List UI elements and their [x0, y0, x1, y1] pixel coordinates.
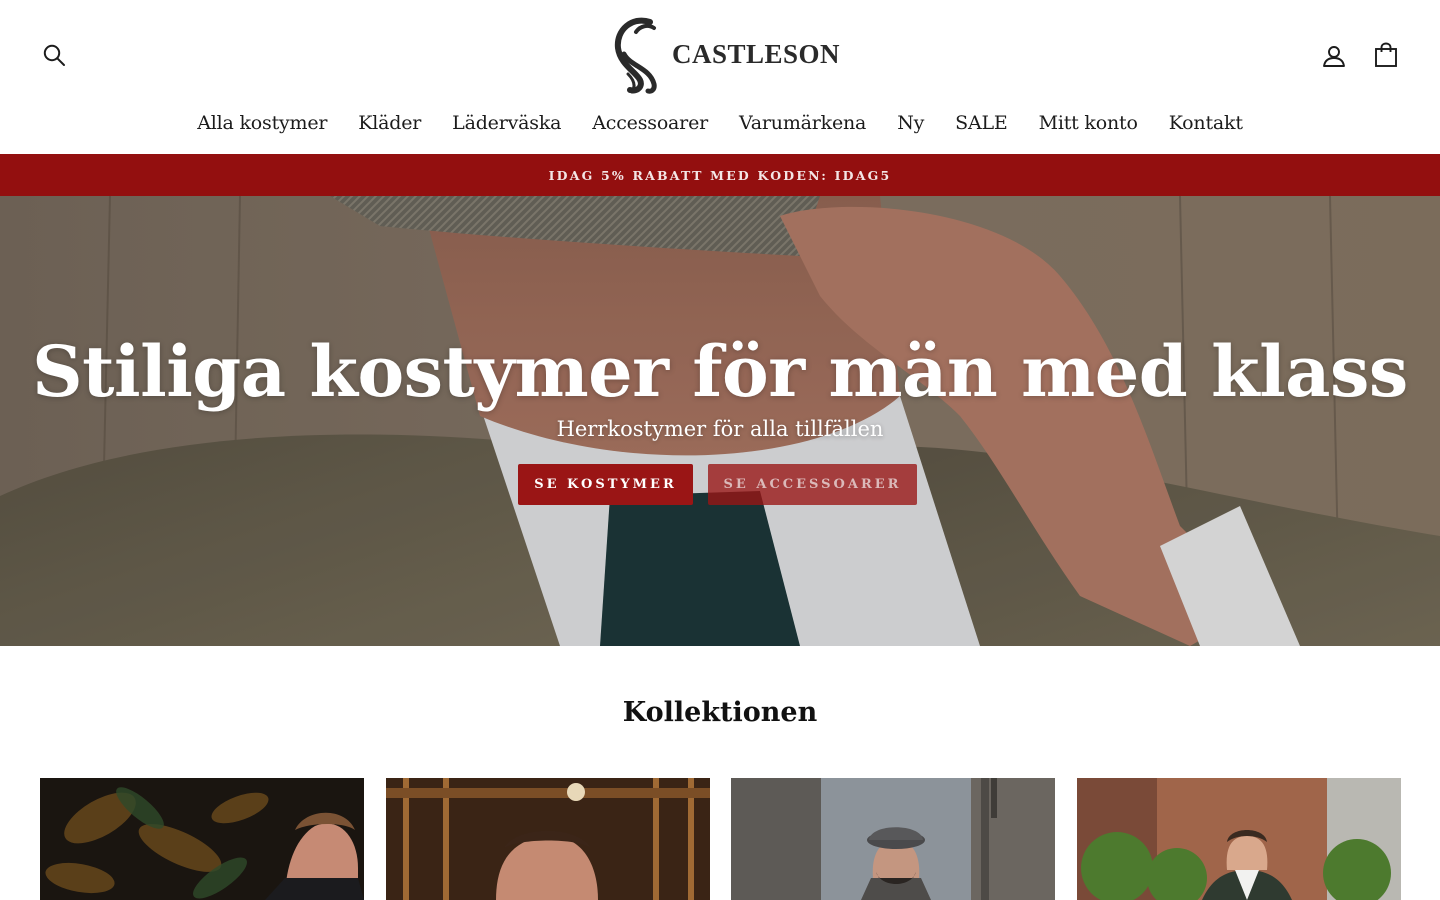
- nav-item-ny[interactable]: Ny: [897, 112, 924, 134]
- nav-item-sale[interactable]: SALE: [955, 112, 1008, 134]
- collection-card-image: [40, 778, 364, 900]
- account-button[interactable]: [1320, 42, 1348, 70]
- nav-item-ladervaska[interactable]: Läderväska: [452, 112, 561, 134]
- collection-card-image: [731, 778, 1055, 900]
- nav-item-kontakt[interactable]: Kontakt: [1169, 112, 1243, 134]
- collection-card-image: [386, 778, 710, 900]
- hero-banner: Stiliga kostymer för män med klass Herrk…: [0, 196, 1440, 646]
- see-accessories-button[interactable]: SE ACCESSOARER: [708, 464, 917, 505]
- see-suits-button[interactable]: SE KOSTYMER: [518, 464, 693, 505]
- nav-item-varumarkena[interactable]: Varumärkena: [739, 112, 866, 134]
- brand-name: CASTLESON: [672, 38, 841, 69]
- hero-title: Stiliga kostymer för män med klass: [32, 330, 1408, 413]
- nav-item-accessoarer[interactable]: Accessoarer: [592, 112, 708, 134]
- collection-card-1[interactable]: [40, 778, 364, 900]
- collection-card-2[interactable]: [386, 778, 710, 900]
- hero-subtitle: Herrkostymer för alla tillfällen: [556, 417, 884, 441]
- search-button[interactable]: [40, 41, 68, 69]
- collection-card-image: [1077, 778, 1401, 900]
- collection-card-4[interactable]: [1077, 778, 1401, 900]
- nav-item-alla-kostymer[interactable]: Alla kostymer: [197, 112, 327, 134]
- search-icon: [43, 44, 65, 66]
- promo-text: IDAG 5% RABATT MED KODEN: IDAG5: [548, 167, 892, 183]
- shopping-bag-icon: [1375, 42, 1397, 67]
- cart-button[interactable]: [1372, 40, 1400, 70]
- nav-item-klader[interactable]: Kläder: [358, 112, 421, 134]
- promo-bar: IDAG 5% RABATT MED KODEN: IDAG5: [0, 154, 1440, 196]
- site-header: CASTLESON: [0, 0, 1440, 112]
- logo-mark-icon: [614, 17, 657, 94]
- collection-card-3[interactable]: [731, 778, 1055, 900]
- brand-logo[interactable]: CASTLESON: [610, 14, 840, 94]
- user-icon: [1323, 46, 1345, 67]
- main-nav: Alla kostymer Kläder Läderväska Accessoa…: [0, 112, 1440, 154]
- collection-title: Kollektionen: [622, 697, 818, 728]
- nav-item-mitt-konto[interactable]: Mitt konto: [1039, 112, 1138, 134]
